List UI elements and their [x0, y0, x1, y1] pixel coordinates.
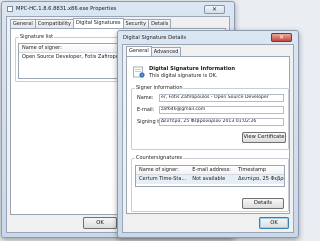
countersigner-email: Not available	[192, 176, 226, 182]
countersignatures-listview[interactable]: Name of signer: E-mail address: Timestam…	[135, 165, 285, 187]
name-field[interactable]: er, Fotis Zafiropoulos - Open Source Dev…	[159, 94, 284, 102]
signature-info-icon: i	[133, 66, 145, 78]
tab-general[interactable]: General	[126, 46, 152, 56]
tab-compatibility[interactable]: Compatibility	[34, 19, 74, 28]
info-title: Digital Signature Information	[149, 66, 236, 72]
name-label: Name:	[137, 95, 154, 101]
tab-digital-signatures[interactable]: Digital Signatures	[73, 18, 124, 28]
countersignatures-group: Countersignatures Name of signer: E-mail…	[131, 155, 289, 212]
signature-details-window: Digital Signature Details ✕ General Adva…	[117, 30, 299, 238]
signature-list-label: Signature list	[19, 34, 55, 40]
ok-button[interactable]: OK	[83, 217, 117, 229]
signer-name: Open Source Developer, Fotis Zafiropoulo…	[22, 54, 125, 60]
signature-list-header: Name of signer:	[19, 44, 125, 53]
properties-close-button[interactable]: ✕	[204, 5, 225, 14]
view-certificate-button[interactable]: View Certificate	[242, 132, 286, 143]
column-email-address[interactable]: E-mail address:	[189, 166, 235, 174]
list-item[interactable]: Open Source Developer, Fotis Zafiropoulo…	[19, 53, 125, 62]
properties-tabs: General Compatibility Digital Signatures…	[10, 18, 172, 28]
table-row[interactable]: Certum Time-Sta... Not available Δευτέρα…	[136, 175, 284, 184]
column-name-of-signer[interactable]: Name of signer:	[136, 166, 189, 174]
countersigner-name: Certum Time-Sta...	[139, 176, 187, 182]
tab-general[interactable]: General	[10, 19, 36, 28]
signature-details-title: Digital Signature Details	[123, 35, 187, 41]
general-panel: i Digital Signature Information This dig…	[126, 56, 290, 214]
ok-button[interactable]: OK	[259, 217, 289, 229]
properties-title: MPC-HC.1.8.6.8831.x86.exe Properties	[16, 6, 117, 12]
tab-details[interactable]: Details	[148, 19, 172, 28]
file-icon	[7, 6, 13, 12]
signer-information-label: Signer information	[135, 85, 184, 91]
signature-list-group: Signature list Name of signer: Open Sour…	[15, 34, 129, 82]
details-button[interactable]: Details	[242, 198, 284, 209]
tab-security[interactable]: Security	[122, 19, 150, 28]
email-field[interactable]: zaf646@gmail.com	[159, 106, 284, 114]
info-status-text: This digital signature is OK.	[149, 73, 218, 79]
properties-titlebar[interactable]: MPC-HC.1.8.6.8831.x86.exe Properties ✕	[2, 2, 234, 16]
email-label: E-mail:	[137, 107, 155, 113]
column-name-of-signer[interactable]: Name of signer:	[19, 44, 125, 52]
signer-information-group: Signer information Name: er, Fotis Zafir…	[131, 85, 289, 150]
signature-listview[interactable]: Name of signer: Open Source Developer, F…	[18, 43, 126, 79]
signature-details-close-button[interactable]: ✕	[271, 33, 292, 42]
signature-details-titlebar[interactable]: Digital Signature Details ✕	[118, 31, 298, 45]
svg-text:i: i	[141, 73, 142, 78]
countersignatures-header: Name of signer: E-mail address: Timestam…	[136, 166, 284, 175]
column-timestamp[interactable]: Timestamp	[235, 166, 284, 174]
tab-advanced[interactable]: Advanced	[150, 47, 182, 56]
signing-time-field[interactable]: Δευτέρα, 25 Φεβρουαρίου 2013 01:02:26	[159, 118, 284, 126]
countersignatures-label: Countersignatures	[135, 155, 184, 161]
signature-details-client: General Advanced i Digital Signature Inf…	[122, 44, 294, 233]
countersigner-timestamp: Δευτέρα, 25 Φεβρου...	[238, 176, 284, 182]
signature-details-tabs: General Advanced	[126, 46, 182, 56]
